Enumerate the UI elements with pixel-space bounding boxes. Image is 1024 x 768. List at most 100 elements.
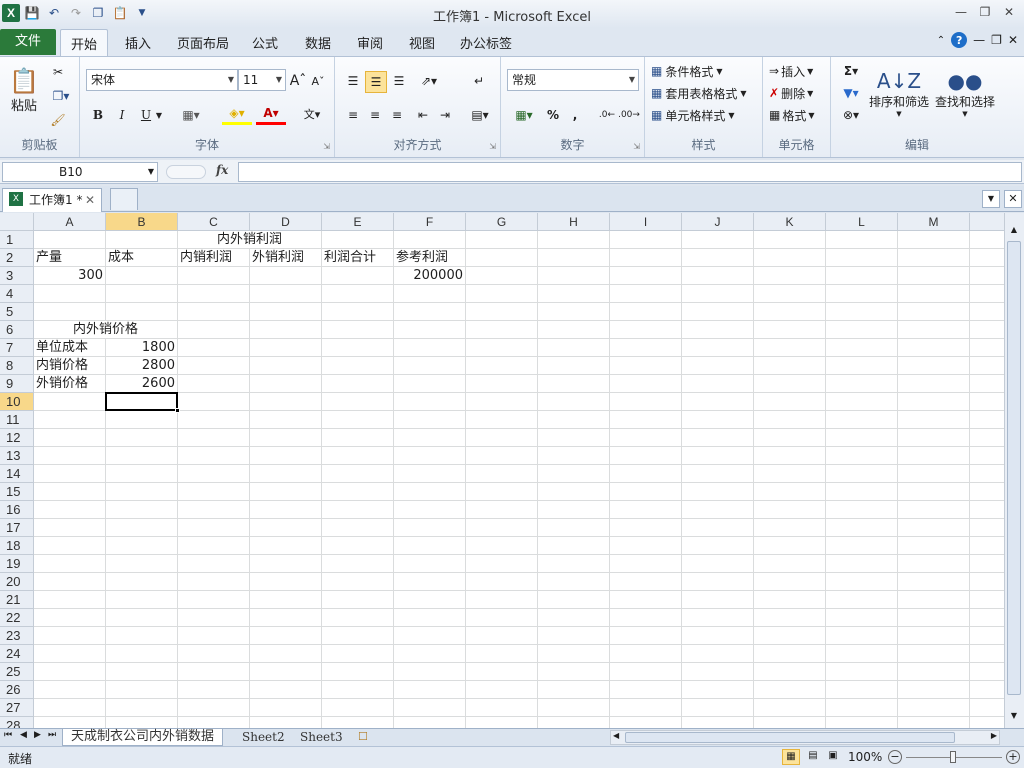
grid-cell[interactable] [250, 627, 322, 645]
grid-cell[interactable] [682, 681, 754, 699]
grid-cell[interactable] [34, 609, 106, 627]
grid-cell[interactable] [538, 591, 610, 609]
grid-cell[interactable] [826, 645, 898, 663]
grid-cell[interactable] [106, 627, 178, 645]
grid-cell[interactable] [538, 627, 610, 645]
row-header-9[interactable]: 9 [0, 375, 34, 393]
sheet-nav-prev-icon[interactable]: ◀ [20, 730, 27, 740]
row-header-25[interactable]: 25 [0, 663, 34, 681]
fill-color-icon[interactable]: ◈▾ [222, 103, 252, 125]
grid-cell[interactable] [34, 447, 106, 465]
grid-cell[interactable] [826, 285, 898, 303]
grid-cell[interactable] [106, 411, 178, 429]
row-header-1[interactable]: 1 [0, 231, 34, 249]
grid-cell[interactable] [250, 303, 322, 321]
grid-cell[interactable] [538, 717, 610, 728]
grid-cell[interactable] [610, 447, 682, 465]
row-header-4[interactable]: 4 [0, 285, 34, 303]
grid-cell[interactable] [466, 357, 538, 375]
sheet-nav-next-icon[interactable]: ▶ [34, 730, 41, 740]
grid-cell[interactable] [826, 609, 898, 627]
help-icon[interactable]: ? [951, 32, 968, 48]
grid-cell[interactable] [178, 267, 250, 285]
grid-cell[interactable] [970, 645, 1004, 663]
grid-cell[interactable] [34, 411, 106, 429]
grid-cell[interactable] [538, 555, 610, 573]
grid-cell[interactable] [106, 303, 178, 321]
zoom-level[interactable]: 100% [848, 750, 882, 764]
grid-cell[interactable] [250, 465, 322, 483]
cell-b8[interactable]: 2800 [106, 357, 178, 375]
sheet-tab-sheet2[interactable]: Sheet2 [234, 729, 293, 746]
insert-sheet-icon[interactable]: ☐ [358, 730, 368, 743]
cell-a7[interactable]: 单位成本 [34, 339, 106, 357]
grid-cell[interactable] [106, 285, 178, 303]
grid-cell[interactable] [322, 681, 394, 699]
grid-cell[interactable] [106, 429, 178, 447]
format-painter-icon[interactable]: 🖌 [48, 111, 68, 129]
grid-cell[interactable] [970, 321, 1004, 339]
grid-cell[interactable] [970, 537, 1004, 555]
row-header-16[interactable]: 16 [0, 501, 34, 519]
grid-cell[interactable] [250, 591, 322, 609]
grid-cell[interactable] [898, 501, 970, 519]
dialog-launcher-icon[interactable]: ⇲ [489, 142, 496, 151]
grid-cell[interactable] [538, 357, 610, 375]
grid-cell[interactable] [754, 573, 826, 591]
grid-cell[interactable] [610, 483, 682, 501]
sheet-nav-last-icon[interactable]: ⏭ [48, 730, 56, 740]
grid-cell[interactable] [610, 303, 682, 321]
grid-cell[interactable] [178, 591, 250, 609]
column-header-l[interactable]: L [826, 213, 898, 231]
grid-cell[interactable] [538, 681, 610, 699]
grid-cell[interactable] [610, 357, 682, 375]
grid-cell[interactable] [34, 699, 106, 717]
tab-data[interactable]: 数据 [305, 33, 331, 52]
grid-cell[interactable] [466, 483, 538, 501]
grid-cell[interactable] [106, 231, 178, 249]
grid-cell[interactable] [250, 519, 322, 537]
grid-cell[interactable] [394, 483, 466, 501]
grid-cell[interactable] [34, 555, 106, 573]
grid-cell[interactable] [754, 609, 826, 627]
grid-cell[interactable] [322, 285, 394, 303]
grid-cell[interactable] [610, 627, 682, 645]
grid-cell[interactable] [610, 537, 682, 555]
grid-cell[interactable] [394, 411, 466, 429]
grid-cell[interactable] [754, 231, 826, 249]
grid-cell[interactable] [178, 627, 250, 645]
grid-cell[interactable] [322, 555, 394, 573]
grid-cell[interactable] [682, 429, 754, 447]
fill-icon[interactable]: ▼▾ [837, 83, 865, 103]
grid-cell[interactable] [394, 321, 466, 339]
grid-cell[interactable] [34, 429, 106, 447]
grid-cell[interactable] [970, 447, 1004, 465]
grid-cell[interactable] [754, 717, 826, 728]
grid-cell[interactable] [754, 249, 826, 267]
grid-cell[interactable] [250, 339, 322, 357]
grid-cell[interactable] [250, 429, 322, 447]
grid-cell[interactable] [538, 537, 610, 555]
grid-cell[interactable] [970, 249, 1004, 267]
grid-cell[interactable] [682, 699, 754, 717]
row-header-21[interactable]: 21 [0, 591, 34, 609]
grid-cell[interactable] [826, 321, 898, 339]
comma-style-button[interactable]: , [565, 105, 585, 125]
minimize-icon[interactable]: — [950, 2, 972, 22]
grid-cell[interactable] [106, 483, 178, 501]
cell-a6[interactable]: 内外销价格 [34, 321, 178, 339]
grid-cell[interactable] [898, 285, 970, 303]
formula-input[interactable] [238, 162, 1022, 182]
grid-cell[interactable] [754, 465, 826, 483]
increase-indent-icon[interactable]: ⇥ [435, 105, 455, 125]
grid-cell[interactable] [538, 411, 610, 429]
sheet-tab-active[interactable]: 天成制衣公司内外销数据 [62, 729, 224, 746]
grid-cell[interactable] [538, 231, 610, 249]
grid-cell[interactable] [322, 447, 394, 465]
row-header-28[interactable]: 28 [0, 717, 34, 728]
grid-cell[interactable] [754, 681, 826, 699]
workbook-list-icon[interactable]: ▼ [982, 190, 1000, 208]
cell-styles-button[interactable]: ▦ 单元格样式 ▼ [651, 105, 759, 125]
grid-cell[interactable] [394, 663, 466, 681]
grid-cell[interactable] [466, 303, 538, 321]
